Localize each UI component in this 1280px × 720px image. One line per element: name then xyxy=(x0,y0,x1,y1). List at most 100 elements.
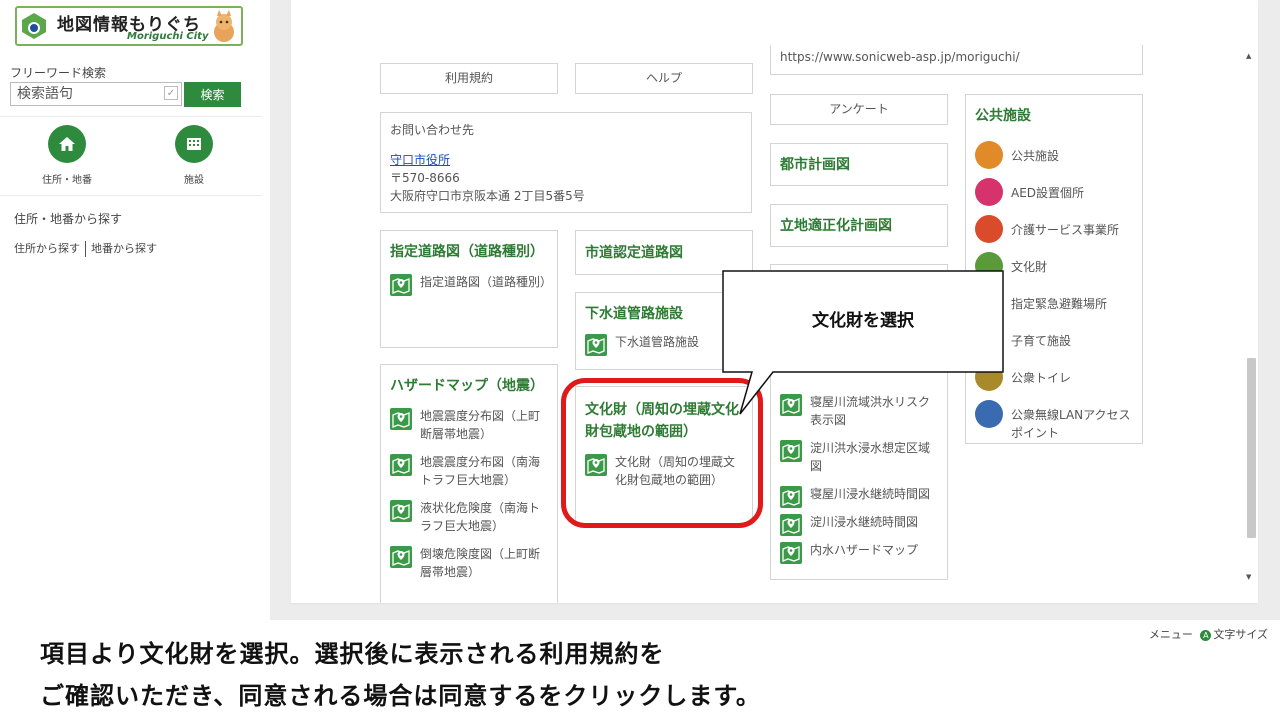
section-title: 住所・地番から探す xyxy=(14,212,123,226)
item-label: 文化財 xyxy=(1011,260,1048,274)
instruction-footer: メニュー A 文字サイズ 項目より文化財を選択。選択後に表示される利用規約を ご確… xyxy=(0,620,1280,720)
hazard-heading[interactable]: ハザードマップ（地震） xyxy=(390,375,548,397)
scroll-down-icon[interactable]: ▼ xyxy=(1246,573,1251,581)
item-label: 内水ハザードマップ xyxy=(810,543,919,557)
map-icon xyxy=(390,274,412,296)
scrollbar-thumb[interactable] xyxy=(1247,358,1256,538)
city-road-card: 市道認定道路図 xyxy=(575,230,753,275)
mascot-icon xyxy=(214,10,234,42)
list-item[interactable]: 地震震度分布図（上町断層帯地震） xyxy=(390,407,548,443)
list-item[interactable]: 指定道路図（道路種別） xyxy=(390,273,552,296)
list-item[interactable]: 寝屋川浸水継続時間図 xyxy=(780,485,940,508)
public-facility-heading[interactable]: 公共施設 xyxy=(975,105,1133,127)
font-size-link[interactable]: 文字サイズ xyxy=(1213,628,1268,641)
item-label: AED設置個所 xyxy=(1011,186,1085,200)
location-plan-card: 立地適正化計画図 xyxy=(770,204,948,247)
site-url[interactable]: https://www.sonicweb-asp.jp/moriguchi/ xyxy=(780,50,1020,64)
list-item[interactable]: 淀川洪水浸水想定区域図 xyxy=(780,439,940,475)
location-plan-heading[interactable]: 立地適正化計画図 xyxy=(780,215,938,237)
search-input[interactable] xyxy=(11,83,159,105)
facility-search-label: 施設 xyxy=(184,175,204,186)
callout-text: 文化財を選択 xyxy=(812,311,914,331)
item-label: 淀川洪水浸水想定区域図 xyxy=(810,441,931,473)
list-item[interactable]: 公衆無線LANアクセスポイント xyxy=(975,400,1133,442)
item-label: 倒壊危険度図（上町断層帯地震） xyxy=(420,547,541,579)
divider xyxy=(85,241,86,257)
scroll-up-icon[interactable]: ▲ xyxy=(1246,52,1251,60)
checkbox-icon[interactable]: ✓ xyxy=(164,86,178,100)
divider xyxy=(0,195,262,196)
sidebar: 地図情報もりぐち Moriguchi City フリーワード検索 ✓ 検索 住所… xyxy=(0,0,262,620)
wifi-icon xyxy=(975,400,1003,428)
list-item[interactable]: 下水道管路施設 xyxy=(585,333,743,356)
menu-link[interactable]: メニュー xyxy=(1149,628,1193,641)
lot-number-link[interactable]: 地番から探す xyxy=(91,242,157,255)
facility-search-button[interactable]: 施設 xyxy=(154,125,234,186)
address-search-button[interactable]: 住所・地番 xyxy=(27,125,107,186)
map-icon xyxy=(780,542,802,564)
site-logo[interactable]: 地図情報もりぐち Moriguchi City xyxy=(15,6,243,46)
list-item[interactable]: 文化財 xyxy=(975,252,1133,280)
toilet-icon xyxy=(975,363,1003,391)
list-item[interactable]: 地震震度分布図（南海トラフ巨大地震） xyxy=(390,453,548,489)
city-hall-link[interactable]: 守口市役所 xyxy=(390,151,742,169)
map-icon xyxy=(390,546,412,568)
contact-box: お問い合わせ先 守口市役所 〒570-8666 大阪府守口市京阪本通 2丁目5番… xyxy=(380,112,752,213)
scrollbar[interactable]: ▲ ▼ xyxy=(1243,48,1258,588)
font-size-icon: A xyxy=(1200,629,1212,641)
list-item[interactable]: 子育て施設 xyxy=(975,326,1133,354)
designated-road-card: 指定道路図（道路種別） 指定道路図（道路種別） xyxy=(380,230,558,348)
address: 大阪府守口市京阪本通 2丁目5番5号 xyxy=(390,189,585,203)
item-label: 公衆トイレ xyxy=(1011,371,1072,385)
terms-button[interactable]: 利用規約 xyxy=(380,63,558,94)
divider xyxy=(0,116,262,117)
item-label: 指定緊急避難場所 xyxy=(1011,297,1108,311)
list-item[interactable]: 内水ハザードマップ xyxy=(780,541,940,564)
city-road-heading[interactable]: 市道認定道路図 xyxy=(585,242,743,264)
free-word-label: フリーワード検索 xyxy=(10,66,107,80)
building-icon xyxy=(187,138,201,150)
item-label: 寝屋川浸水継続時間図 xyxy=(810,487,931,501)
map-icon xyxy=(780,440,802,462)
cultural-property-icon xyxy=(975,252,1003,280)
survey-button[interactable]: アンケート xyxy=(770,94,948,125)
menu-panel: 利用規約 お問い合わせ先 守口市役所 〒570-8666 大阪府守口市京阪本通 … xyxy=(291,0,1258,603)
menu-bar: メニュー A 文字サイズ xyxy=(1149,626,1268,642)
search-button[interactable]: 検索 xyxy=(184,82,241,107)
item-label: 公衆無線LANアクセスポイント xyxy=(1011,408,1131,440)
city-mark-icon xyxy=(22,13,46,39)
item-label: 公共施設 xyxy=(1011,149,1060,163)
search-box: ✓ xyxy=(10,82,182,106)
sewer-card: 下水道管路施設 下水道管路施設 xyxy=(575,292,753,370)
instruction-line-1: 項目より文化財を選択。選択後に表示される利用規約を xyxy=(40,640,665,668)
postal-code: 〒570-8666 xyxy=(390,171,460,185)
item-label: 地震震度分布図（南海トラフ巨大地震） xyxy=(420,455,541,487)
map-icon xyxy=(390,454,412,476)
address-link[interactable]: 住所から探す xyxy=(14,242,80,255)
map-icon xyxy=(780,486,802,508)
list-item[interactable]: 液状化危険度（南海トラフ巨大地震） xyxy=(390,499,548,535)
item-label: 淀川浸水継続時間図 xyxy=(810,515,919,529)
list-item[interactable]: AED設置個所 xyxy=(975,178,1133,206)
urban-plan-heading[interactable]: 都市計画図 xyxy=(780,154,938,176)
item-label: 介護サービス事業所 xyxy=(1011,223,1120,237)
item-label: 液状化危険度（南海トラフ巨大地震） xyxy=(420,501,541,533)
designated-road-heading[interactable]: 指定道路図（道路種別） xyxy=(390,241,548,263)
list-item[interactable]: 介護サービス事業所 xyxy=(975,215,1133,243)
item-label: 地震震度分布図（上町断層帯地震） xyxy=(420,409,541,441)
map-icon xyxy=(585,334,607,356)
list-item[interactable]: 公衆トイレ xyxy=(975,363,1133,391)
list-item[interactable]: 淀川浸水継続時間図 xyxy=(780,513,940,536)
side-links: 住所から探す 地番から探す xyxy=(14,240,157,257)
list-item[interactable]: 公共施設 xyxy=(975,141,1133,169)
sewer-heading[interactable]: 下水道管路施設 xyxy=(585,303,743,325)
item-label: 寝屋川流域洪水リスク表示図 xyxy=(810,395,931,427)
list-item[interactable]: 寝屋川流域洪水リスク表示図 xyxy=(780,393,940,429)
aed-icon xyxy=(975,178,1003,206)
map-icon xyxy=(780,394,802,416)
list-item[interactable]: 倒壊危険度図（上町断層帯地震） xyxy=(390,545,548,581)
hazard-card: ハザードマップ（地震） 地震震度分布図（上町断層帯地震） 地震震度分布図（南海ト… xyxy=(380,364,558,603)
help-button[interactable]: ヘルプ xyxy=(575,63,753,94)
logo-subtitle: Moriguchi City xyxy=(127,31,209,42)
map-icon xyxy=(390,408,412,430)
